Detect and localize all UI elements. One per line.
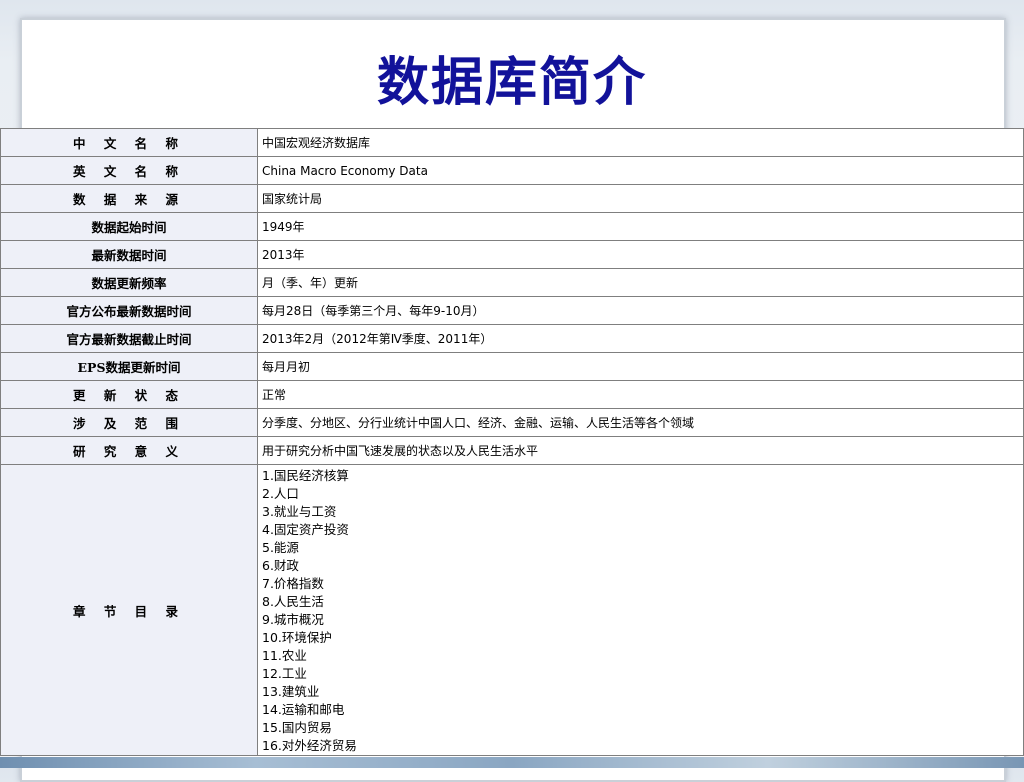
table-row: 数据起始时间 1949年	[0, 212, 1024, 241]
table-row: 研 究 意 义 用于研究分析中国飞速发展的状态以及人民生活水平	[0, 436, 1024, 465]
row-value-chinese-name: 中国宏观经济数据库	[257, 128, 1024, 157]
table-row: 数据更新频率 月（季、年）更新	[0, 268, 1024, 297]
chapter-item: 16.对外经济贸易	[262, 738, 357, 753]
row-value-official-release-time: 每月28日（每季第三个月、每年9-10月）	[257, 296, 1024, 325]
chapter-item: 12.工业	[262, 666, 307, 681]
chapter-item: 6.财政	[262, 558, 299, 573]
chapter-item: 5.能源	[262, 540, 299, 555]
row-value-update-frequency: 月（季、年）更新	[257, 268, 1024, 297]
chapter-item: 13.建筑业	[262, 684, 320, 699]
row-label-eps-update-time: EPS数据更新时间	[0, 352, 258, 381]
row-label-english-name: 英 文 名 称	[0, 156, 258, 185]
row-label-update-frequency: 数据更新频率	[0, 268, 258, 297]
row-value-official-cutoff-time: 2013年2月（2012年第Ⅳ季度、2011年）	[257, 324, 1024, 353]
chapter-item: 14.运输和邮电	[262, 702, 345, 717]
slide-title: 数据库简介	[376, 52, 647, 113]
chapter-item: 2.人口	[262, 486, 299, 501]
table-row: EPS数据更新时间 每月月初	[0, 352, 1024, 381]
chapter-list: 1.国民经济核算 2.人口 3.就业与工资 4.固定资产投资 5.能源 6.财政…	[257, 464, 1024, 756]
chapter-item: 11.农业	[262, 648, 307, 663]
row-value-scope: 分季度、分地区、分行业统计中国人口、经济、金融、运输、人民生活等各个领域	[257, 408, 1024, 437]
table-row: 数 据 来 源 国家统计局	[0, 184, 1024, 213]
row-label-official-release-time: 官方公布最新数据时间	[0, 296, 258, 325]
table-row: 更 新 状 态 正常	[0, 380, 1024, 409]
row-label-chapters: 章 节 目 录	[0, 464, 258, 756]
row-value-update-status: 正常	[257, 380, 1024, 409]
chapter-item: 1.国民经济核算	[262, 468, 349, 483]
row-label-latest-time: 最新数据时间	[0, 240, 258, 269]
table-row: 章 节 目 录 1.国民经济核算 2.人口 3.就业与工资 4.固定资产投资 5…	[0, 464, 1024, 756]
row-label-research-significance: 研 究 意 义	[0, 436, 258, 465]
chapter-item: 8.人民生活	[262, 594, 324, 609]
table-row: 英 文 名 称 China Macro Economy Data	[0, 156, 1024, 185]
row-label-start-time: 数据起始时间	[0, 212, 258, 241]
row-value-english-name: China Macro Economy Data	[257, 156, 1024, 185]
slide-bottom-band	[0, 757, 1024, 768]
table-row: 官方公布最新数据时间 每月28日（每季第三个月、每年9-10月）	[0, 296, 1024, 325]
table-row: 最新数据时间 2013年	[0, 240, 1024, 269]
chapter-item: 7.价格指数	[262, 576, 324, 591]
row-label-data-source: 数 据 来 源	[0, 184, 258, 213]
table-row: 涉 及 范 围 分季度、分地区、分行业统计中国人口、经济、金融、运输、人民生活等…	[0, 408, 1024, 437]
row-value-start-time: 1949年	[257, 212, 1024, 241]
row-label-scope: 涉 及 范 围	[0, 408, 258, 437]
chapter-item: 9.城市概况	[262, 612, 324, 627]
row-value-latest-time: 2013年	[257, 240, 1024, 269]
chapter-item: 10.环境保护	[262, 630, 332, 645]
row-value-data-source: 国家统计局	[257, 184, 1024, 213]
row-label-official-cutoff-time: 官方最新数据截止时间	[0, 324, 258, 353]
table-row: 中 文 名 称 中国宏观经济数据库	[0, 128, 1024, 157]
chapter-item: 3.就业与工资	[262, 504, 337, 519]
table-row: 官方最新数据截止时间 2013年2月（2012年第Ⅳ季度、2011年）	[0, 324, 1024, 353]
chapter-item: 4.固定资产投资	[262, 522, 349, 537]
row-value-eps-update-time: 每月月初	[257, 352, 1024, 381]
chapter-item: 15.国内贸易	[262, 720, 332, 735]
row-label-chinese-name: 中 文 名 称	[0, 128, 258, 157]
row-label-update-status: 更 新 状 态	[0, 380, 258, 409]
database-info-table: 中 文 名 称 中国宏观经济数据库 英 文 名 称 China Macro Ec…	[0, 128, 1024, 756]
row-value-research-significance: 用于研究分析中国飞速发展的状态以及人民生活水平	[257, 436, 1024, 465]
